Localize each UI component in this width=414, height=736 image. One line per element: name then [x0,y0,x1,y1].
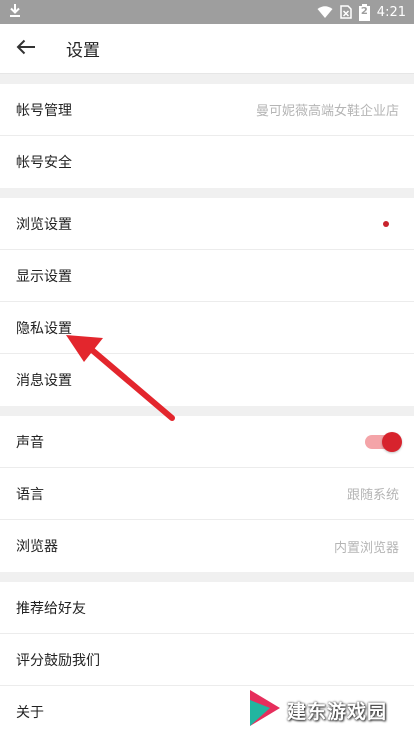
row-label: 帐号管理 [16,102,72,119]
clock: 4:21 [376,4,406,20]
row-label: 关于 [16,705,44,721]
download-icon [8,2,22,22]
row-label: 帐号安全 [16,155,72,171]
row-label: 语言 [16,486,44,503]
row-display-settings[interactable]: 显示设置 [0,250,414,302]
row-browser[interactable]: 浏览器 内置浏览器 [0,520,414,572]
row-label: 推荐给好友 [16,600,86,617]
row-label: 评分鼓励我们 [16,652,100,669]
divider [0,406,414,416]
settings-group-system: 声音 语言 跟随系统 浏览器 内置浏览器 [0,416,414,572]
toggle-knob [382,431,402,452]
watermark-logo: 建东游戏园 [248,688,387,732]
row-language[interactable]: 语言 跟随系统 [0,468,414,520]
shop-name: 曼可妮薇高端女鞋企业店 [255,104,399,119]
wifi-icon [317,5,333,19]
settings-group-account: 帐号管理 曼可妮薇高端女鞋企业店 帐号安全 [0,84,414,188]
sound-toggle[interactable] [365,431,402,452]
battery-icon: 2 [358,3,370,21]
row-label: 浏览设置 [16,216,72,233]
divider [0,74,414,84]
page-title: 设置 [66,41,100,61]
notification-dot [383,220,389,227]
divider [0,572,414,582]
row-message-settings[interactable]: 消息设置 [0,354,414,406]
row-account-security[interactable]: 帐号安全 [0,136,414,188]
logo-icon [248,688,282,732]
browser-value: 内置浏览器 [333,540,399,556]
row-sound: 声音 [0,416,414,468]
status-bar: 2 4:21 [0,0,414,24]
row-account-management[interactable]: 帐号管理 曼可妮薇高端女鞋企业店 [0,84,414,136]
row-browse-settings[interactable]: 浏览设置 [0,198,414,250]
row-recommend-to-friends[interactable]: 推荐给好友 [0,582,414,634]
row-label: 浏览器 [16,539,58,555]
row-label: 显示设置 [16,268,72,285]
back-button[interactable] [0,24,52,74]
settings-group-general: 浏览设置 显示设置 隐私设置 消息设置 [0,198,414,406]
no-sim-icon [340,5,352,19]
divider [0,188,414,198]
row-rate-us[interactable]: 评分鼓励我们 [0,634,414,686]
row-label: 消息设置 [16,373,72,389]
battery-level: 2 [360,5,368,17]
arrow-left-icon [16,39,36,59]
row-privacy-settings[interactable]: 隐私设置 [0,302,414,354]
app-bar: 设置 [0,24,414,74]
language-value: 跟随系统 [346,488,399,503]
row-label: 隐私设置 [16,320,72,337]
watermark-text: 建东游戏园 [287,700,388,723]
row-label: 声音 [16,434,44,451]
